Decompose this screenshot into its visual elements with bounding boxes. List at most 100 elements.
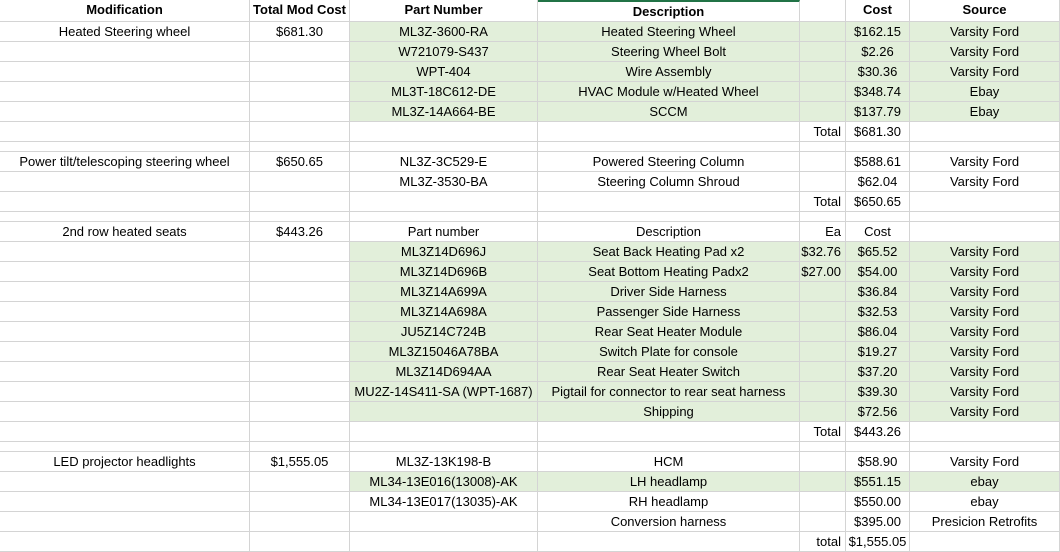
modification-cell[interactable] (0, 62, 250, 82)
description-cell[interactable] (538, 122, 800, 142)
description-cell[interactable] (538, 532, 800, 552)
total-mod-cost-cell[interactable] (250, 212, 350, 222)
cost-cell[interactable]: $65.52 (846, 242, 910, 262)
cost-cell[interactable]: $551.15 (846, 472, 910, 492)
part-number-cell[interactable]: ML3Z14D694AA (350, 362, 538, 382)
part-number-cell[interactable] (350, 422, 538, 442)
modification-cell[interactable] (0, 282, 250, 302)
cost-cell[interactable]: $1,555.05 (846, 532, 910, 552)
total-mod-cost-cell[interactable] (250, 342, 350, 362)
ea-cell[interactable] (800, 402, 846, 422)
cost-cell[interactable]: $2.26 (846, 42, 910, 62)
source-cell[interactable]: Varsity Ford (910, 342, 1060, 362)
total-mod-cost-cell[interactable] (250, 192, 350, 212)
part-number-cell[interactable]: ML3Z-13K198-B (350, 452, 538, 472)
part-number-cell[interactable]: ML34-13E016(13008)-AK (350, 472, 538, 492)
part-number-cell[interactable]: MU2Z-14S411-SA (WPT-1687) (350, 382, 538, 402)
description-cell[interactable]: SCCM (538, 102, 800, 122)
part-number-cell[interactable]: ML3Z-3600-RA (350, 22, 538, 42)
total-mod-cost-cell[interactable] (250, 242, 350, 262)
modification-cell[interactable] (0, 142, 250, 152)
total-mod-cost-cell[interactable] (250, 532, 350, 552)
part-number-cell[interactable]: ML3T-18C612-DE (350, 82, 538, 102)
ea-cell[interactable]: $27.00 (800, 262, 846, 282)
cost-cell[interactable]: $348.74 (846, 82, 910, 102)
source-cell[interactable] (910, 122, 1060, 142)
cost-cell[interactable]: $37.20 (846, 362, 910, 382)
ea-cell[interactable] (800, 42, 846, 62)
part-number-cell[interactable] (350, 142, 538, 152)
part-number-cell[interactable]: NL3Z-3C529-E (350, 152, 538, 172)
cost-cell[interactable]: $137.79 (846, 102, 910, 122)
modification-cell[interactable] (0, 382, 250, 402)
description-cell[interactable]: Wire Assembly (538, 62, 800, 82)
description-cell[interactable]: Driver Side Harness (538, 282, 800, 302)
cost-cell[interactable]: $681.30 (846, 122, 910, 142)
modification-cell[interactable] (0, 42, 250, 62)
cost-cell[interactable] (846, 142, 910, 152)
description-cell[interactable]: Powered Steering Column (538, 152, 800, 172)
source-cell[interactable]: Ebay (910, 82, 1060, 102)
cost-cell[interactable]: $54.00 (846, 262, 910, 282)
description-cell[interactable]: LH headlamp (538, 472, 800, 492)
cost-cell[interactable]: $30.36 (846, 62, 910, 82)
total-mod-cost-cell[interactable] (250, 142, 350, 152)
description-cell[interactable] (538, 422, 800, 442)
header-cost[interactable]: Cost (846, 0, 910, 22)
ea-cell[interactable] (800, 282, 846, 302)
modification-cell[interactable] (0, 172, 250, 192)
ea-cell[interactable] (800, 382, 846, 402)
modification-cell[interactable]: 2nd row heated seats (0, 222, 250, 242)
part-number-cell[interactable] (350, 442, 538, 452)
modification-cell[interactable] (0, 362, 250, 382)
header-part-number[interactable]: Part Number (350, 0, 538, 22)
ea-cell[interactable] (800, 152, 846, 172)
cost-cell[interactable]: $395.00 (846, 512, 910, 532)
ea-cell[interactable] (800, 22, 846, 42)
source-cell[interactable]: Varsity Ford (910, 262, 1060, 282)
source-cell[interactable]: Varsity Ford (910, 42, 1060, 62)
description-cell[interactable]: Steering Column Shroud (538, 172, 800, 192)
cost-cell[interactable]: $32.53 (846, 302, 910, 322)
source-cell[interactable]: Varsity Ford (910, 302, 1060, 322)
source-cell[interactable] (910, 532, 1060, 552)
ea-cell[interactable] (800, 142, 846, 152)
total-mod-cost-cell[interactable] (250, 102, 350, 122)
description-cell[interactable]: Heated Steering Wheel (538, 22, 800, 42)
modification-cell[interactable] (0, 342, 250, 362)
total-mod-cost-cell[interactable] (250, 472, 350, 492)
modification-cell[interactable] (0, 402, 250, 422)
description-cell[interactable] (538, 142, 800, 152)
total-mod-cost-cell[interactable] (250, 82, 350, 102)
ea-cell[interactable] (800, 492, 846, 512)
source-cell[interactable]: Varsity Ford (910, 382, 1060, 402)
cost-cell[interactable]: $36.84 (846, 282, 910, 302)
cost-cell[interactable]: $39.30 (846, 382, 910, 402)
ea-cell[interactable] (800, 212, 846, 222)
part-number-cell[interactable] (350, 192, 538, 212)
source-cell[interactable] (910, 442, 1060, 452)
part-number-cell[interactable] (350, 512, 538, 532)
modification-cell[interactable] (0, 472, 250, 492)
part-number-cell[interactable]: JU5Z14C724B (350, 322, 538, 342)
source-cell[interactable]: Varsity Ford (910, 452, 1060, 472)
total-mod-cost-cell[interactable] (250, 42, 350, 62)
ea-cell[interactable] (800, 342, 846, 362)
ea-cell[interactable]: total (800, 532, 846, 552)
part-number-cell[interactable]: ML3Z14D696J (350, 242, 538, 262)
cost-cell[interactable]: Cost (846, 222, 910, 242)
part-number-cell[interactable]: ML3Z-14A664-BE (350, 102, 538, 122)
header-total-mod-cost[interactable]: Total Mod Cost (250, 0, 350, 22)
description-cell[interactable]: Description (538, 222, 800, 242)
cost-cell[interactable] (846, 212, 910, 222)
source-cell[interactable]: Varsity Ford (910, 152, 1060, 172)
modification-cell[interactable]: Heated Steering wheel (0, 22, 250, 42)
description-cell[interactable]: Seat Bottom Heating Padx2 (538, 262, 800, 282)
modification-cell[interactable] (0, 82, 250, 102)
total-mod-cost-cell[interactable]: $650.65 (250, 152, 350, 172)
cost-cell[interactable]: $58.90 (846, 452, 910, 472)
description-cell[interactable]: Steering Wheel Bolt (538, 42, 800, 62)
header-description[interactable]: Description (538, 0, 800, 22)
total-mod-cost-cell[interactable] (250, 512, 350, 532)
total-mod-cost-cell[interactable] (250, 122, 350, 142)
